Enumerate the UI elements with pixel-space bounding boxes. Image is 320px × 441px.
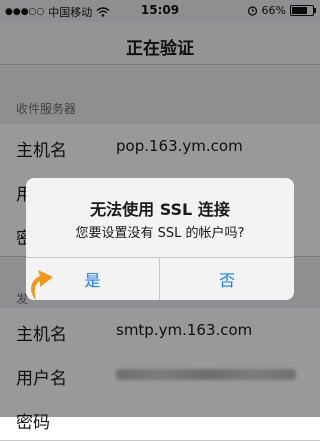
alert-title: 无法使用 SSL 连接 [90, 200, 230, 219]
alert-no-button[interactable]: 否 [160, 258, 294, 300]
pointer-arrow-icon [31, 270, 53, 300]
ssl-alert-dialog: 无法使用 SSL 连接 您要设置没有 SSL 的帐户吗? 是 否 [26, 178, 294, 300]
alert-message: 您要设置没有 SSL 的帐户吗? [75, 226, 245, 241]
